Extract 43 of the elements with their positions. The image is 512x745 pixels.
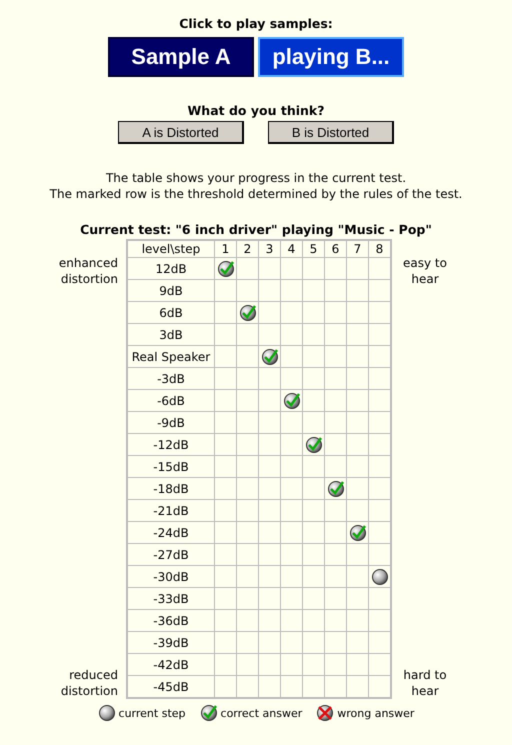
- vote-button[interactable]: B is Distorted: [268, 121, 394, 144]
- level-cell: -3dB: [127, 368, 214, 390]
- side-label: enhanced distortion: [58, 255, 118, 287]
- header-cell: 4: [280, 240, 302, 258]
- level-cell: 3dB: [127, 324, 214, 346]
- legend-label: current step: [118, 706, 186, 720]
- question-heading: What do you think?: [188, 103, 324, 118]
- level-cell: 12dB: [127, 258, 214, 280]
- legend-label: correct answer: [220, 706, 302, 720]
- level-cell: -15dB: [127, 456, 214, 478]
- level-cell: -18dB: [127, 478, 214, 500]
- header-cell: 5: [302, 240, 324, 258]
- level-cell: Real Speaker: [127, 346, 214, 368]
- level-cell: 6dB: [127, 302, 214, 324]
- samples-heading: Click to play samples:: [179, 16, 333, 31]
- side-label: hard to hear: [402, 667, 448, 699]
- sample-button[interactable]: playing B...: [258, 37, 404, 77]
- side-label: reduced distortion: [60, 667, 118, 699]
- legend-label: wrong answer: [337, 706, 414, 720]
- level-cell: 9dB: [127, 280, 214, 302]
- header-cell: 3: [258, 240, 280, 258]
- level-cell: -39dB: [127, 632, 214, 654]
- level-cell: -24dB: [127, 522, 214, 544]
- level-cell: -30dB: [127, 566, 214, 588]
- header-cell: 1: [214, 240, 236, 258]
- header-cell: 6: [324, 240, 346, 258]
- vote-button[interactable]: A is Distorted: [118, 121, 244, 144]
- intro-text: The table shows your progress in the current test.: [104, 170, 408, 186]
- header-cell: 7: [346, 240, 368, 258]
- level-cell: -9dB: [127, 412, 214, 434]
- level-cell: -27dB: [127, 544, 214, 566]
- header-cell: 2: [236, 240, 258, 258]
- level-cell: -33dB: [127, 588, 214, 610]
- side-label: easy to hear: [402, 255, 448, 287]
- level-cell: -42dB: [127, 654, 214, 676]
- level-cell: -21dB: [127, 500, 214, 522]
- level-cell: -12dB: [127, 434, 214, 456]
- level-cell: -36dB: [127, 610, 214, 632]
- header-cell: level\step: [127, 240, 214, 258]
- sample-button[interactable]: Sample A: [108, 37, 254, 77]
- level-cell: -6dB: [127, 390, 214, 412]
- test-title: Current test: "6 inch driver" playing "Music - Pop": [80, 222, 432, 237]
- intro-text: The marked row is the threshold determined by the rules of the test.: [50, 186, 462, 202]
